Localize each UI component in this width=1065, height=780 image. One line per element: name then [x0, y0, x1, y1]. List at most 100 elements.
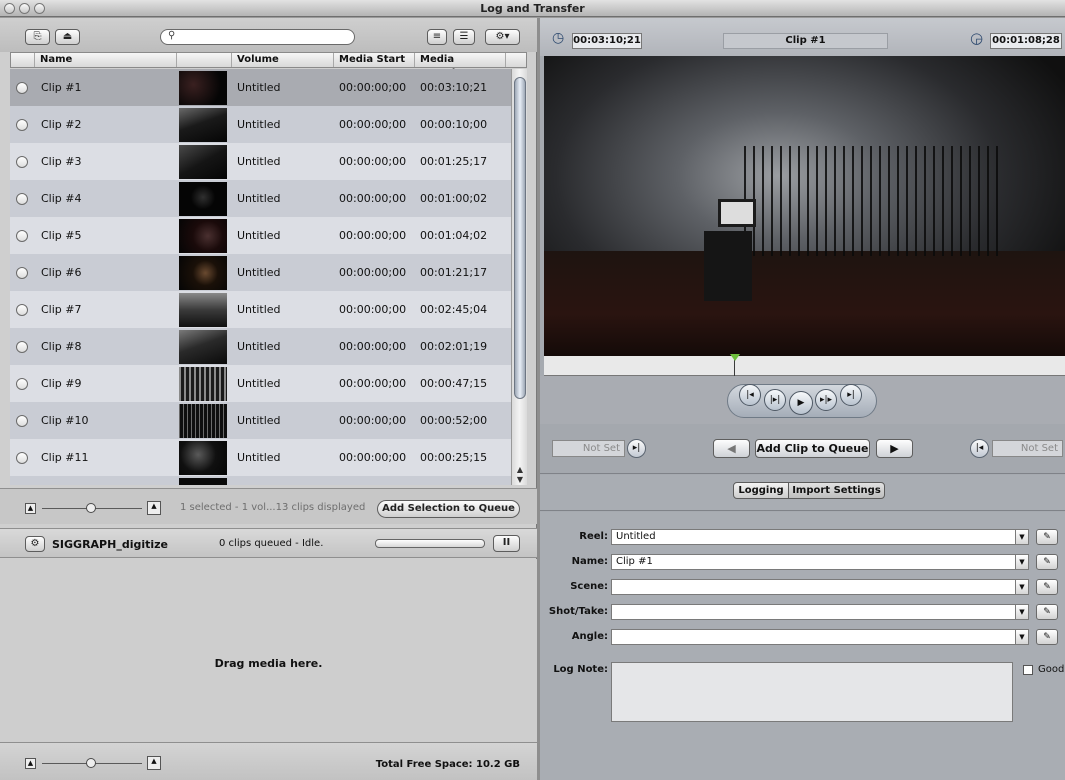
clip-status-radio[interactable]: [16, 341, 28, 353]
clip-thumbnail: [179, 71, 227, 105]
go-to-in-point-button[interactable]: ▸|: [627, 439, 646, 458]
table-row[interactable]: Clip #8 Untitled 00:00:00;00 00:02:01;19: [10, 328, 511, 365]
add-folder-button[interactable]: ⎘: [25, 29, 50, 45]
name-dropdown[interactable]: ▼: [1015, 554, 1029, 570]
table-row[interactable]: Clip #6 Untitled 00:00:00;00 00:01:21;17: [10, 254, 511, 291]
column-header-status[interactable]: [11, 53, 35, 67]
reel-dropdown[interactable]: ▼: [1015, 529, 1029, 545]
table-row[interactable]: Clip #4 Untitled 00:00:00;00 00:01:00;02: [10, 180, 511, 217]
name-field[interactable]: Clip #1: [611, 554, 1026, 570]
table-row[interactable]: Clip #7 Untitled 00:00:00;00 00:02:45;04: [10, 291, 511, 328]
folder-icon: ⎘: [33, 31, 42, 42]
go-to-next-edit-button[interactable]: ▸|: [840, 384, 862, 406]
tab-logging[interactable]: Logging: [733, 482, 789, 499]
log-note-field[interactable]: [611, 662, 1013, 722]
duration-timecode[interactable]: 00:03:10;21: [572, 33, 642, 49]
clip-media-duration: 00:00:52;00: [420, 414, 488, 427]
play-icon: ▶: [797, 398, 805, 408]
video-preview[interactable]: [544, 56, 1065, 356]
play-in-to-out-button[interactable]: |▸|: [764, 389, 786, 411]
pause-queue-button[interactable]: II: [493, 535, 520, 552]
table-row[interactable]: [10, 476, 511, 485]
play-around-current-button[interactable]: ▸|▸: [815, 389, 837, 411]
tab-import-settings[interactable]: Import Settings: [788, 482, 885, 499]
reel-field[interactable]: Untitled: [611, 529, 1026, 545]
playhead-marker[interactable]: [730, 354, 740, 361]
clip-status-radio[interactable]: [16, 452, 28, 464]
large-thumbnail-icon[interactable]: ▲: [147, 756, 161, 770]
search-field[interactable]: ⚲: [160, 29, 355, 45]
scroll-up-arrow[interactable]: ▲: [514, 465, 526, 475]
table-row[interactable]: Clip #10 Untitled 00:00:00;00 00:00:52;0…: [10, 402, 511, 439]
clip-status-radio[interactable]: [16, 304, 28, 316]
clip-name: Clip #8: [41, 340, 82, 353]
column-header-media-duration[interactable]: Media Duration: [415, 53, 506, 79]
table-row[interactable]: Clip #3 Untitled 00:00:00;00 00:01:25;17: [10, 143, 511, 180]
in-point-field[interactable]: Not Set: [552, 440, 625, 457]
clip-name: Clip #1: [41, 81, 82, 94]
shot-take-dropdown[interactable]: ▼: [1015, 604, 1029, 620]
list-view-button[interactable]: ≡: [427, 29, 447, 45]
eject-button[interactable]: ⏏: [55, 29, 80, 45]
add-selection-to-queue-button[interactable]: Add Selection to Queue: [377, 500, 520, 518]
next-clip-button[interactable]: ▶: [876, 439, 913, 458]
table-row[interactable]: Clip #11 Untitled 00:00:00;00 00:00:25;1…: [10, 439, 511, 476]
queue-drop-zone[interactable]: Drag media here.: [0, 559, 537, 742]
current-timecode[interactable]: 00:01:08;28: [990, 33, 1062, 49]
column-header-thumbnail[interactable]: [177, 53, 232, 67]
small-thumbnail-icon[interactable]: ▲: [25, 503, 36, 514]
clip-status-radio[interactable]: [16, 119, 28, 131]
scene-field[interactable]: [611, 579, 1026, 595]
table-row[interactable]: Clip #1 Untitled 00:00:00;00 00:03:10;21: [10, 69, 511, 106]
list-icon: ≡: [432, 31, 442, 42]
scroll-down-arrow[interactable]: ▼: [514, 475, 526, 485]
name-edit-button[interactable]: ✎: [1036, 554, 1058, 570]
clip-volume: Untitled: [237, 155, 281, 168]
add-clip-to-queue-button[interactable]: Add Clip to Queue: [755, 439, 870, 458]
search-input[interactable]: [179, 31, 349, 43]
thumbnail-view-button[interactable]: ☰: [453, 29, 475, 45]
clip-media-start: 00:00:00;00: [339, 414, 407, 427]
table-row[interactable]: Clip #9 Untitled 00:00:00;00 00:00:47;15: [10, 365, 511, 402]
angle-dropdown[interactable]: ▼: [1015, 629, 1029, 645]
scene-dropdown[interactable]: ▼: [1015, 579, 1029, 595]
thumbnail-size-knob[interactable]: [86, 503, 96, 513]
large-thumbnail-icon[interactable]: ▲: [147, 501, 161, 515]
go-to-previous-edit-button[interactable]: |◂: [739, 384, 761, 406]
shot-take-edit-button[interactable]: ✎: [1036, 604, 1058, 620]
clip-volume: Untitled: [237, 340, 281, 353]
browser-footer: ▲ ▲ 1 selected - 1 vol...13 clips displa…: [0, 488, 537, 524]
out-point-field[interactable]: Not Set: [992, 440, 1063, 457]
scrollbar-thumb[interactable]: [514, 77, 526, 399]
column-header-volume[interactable]: Volume: [232, 53, 334, 67]
reel-edit-button[interactable]: ✎: [1036, 529, 1058, 545]
clip-list-scrollbar[interactable]: ▲ ▼: [511, 69, 527, 485]
clip-media-duration: 00:02:01;19: [420, 340, 488, 353]
column-header-media-start[interactable]: Media Start: [334, 53, 415, 67]
timeline-scrubber[interactable]: [544, 354, 1065, 376]
table-row[interactable]: Clip #2 Untitled 00:00:00;00 00:00:10;00: [10, 106, 511, 143]
clip-status-radio[interactable]: [16, 156, 28, 168]
good-checkbox[interactable]: [1023, 665, 1033, 675]
clip-status-radio[interactable]: [16, 230, 28, 242]
column-header-name[interactable]: Name: [35, 53, 177, 67]
clip-status-radio[interactable]: [16, 378, 28, 390]
clip-status-radio[interactable]: [16, 82, 28, 94]
video-monitor: [718, 199, 756, 227]
small-thumbnail-icon[interactable]: ▲: [25, 758, 36, 769]
clip-status-radio[interactable]: [16, 267, 28, 279]
clip-status-radio[interactable]: [16, 415, 28, 427]
queue-thumbnail-size-knob[interactable]: [86, 758, 96, 768]
scene-edit-button[interactable]: ✎: [1036, 579, 1058, 595]
angle-edit-button[interactable]: ✎: [1036, 629, 1058, 645]
shot-take-field[interactable]: [611, 604, 1026, 620]
queue-settings-button[interactable]: ⚙: [25, 536, 45, 552]
go-to-out-point-button[interactable]: |◂: [970, 439, 989, 458]
play-button[interactable]: ▶: [789, 391, 813, 415]
angle-field[interactable]: [611, 629, 1026, 645]
action-menu-button[interactable]: ⚙▾: [485, 29, 520, 45]
table-row[interactable]: Clip #5 Untitled 00:00:00;00 00:01:04;02: [10, 217, 511, 254]
clip-thumbnail: [179, 404, 227, 438]
previous-clip-button[interactable]: ◀: [713, 439, 750, 458]
clip-status-radio[interactable]: [16, 193, 28, 205]
